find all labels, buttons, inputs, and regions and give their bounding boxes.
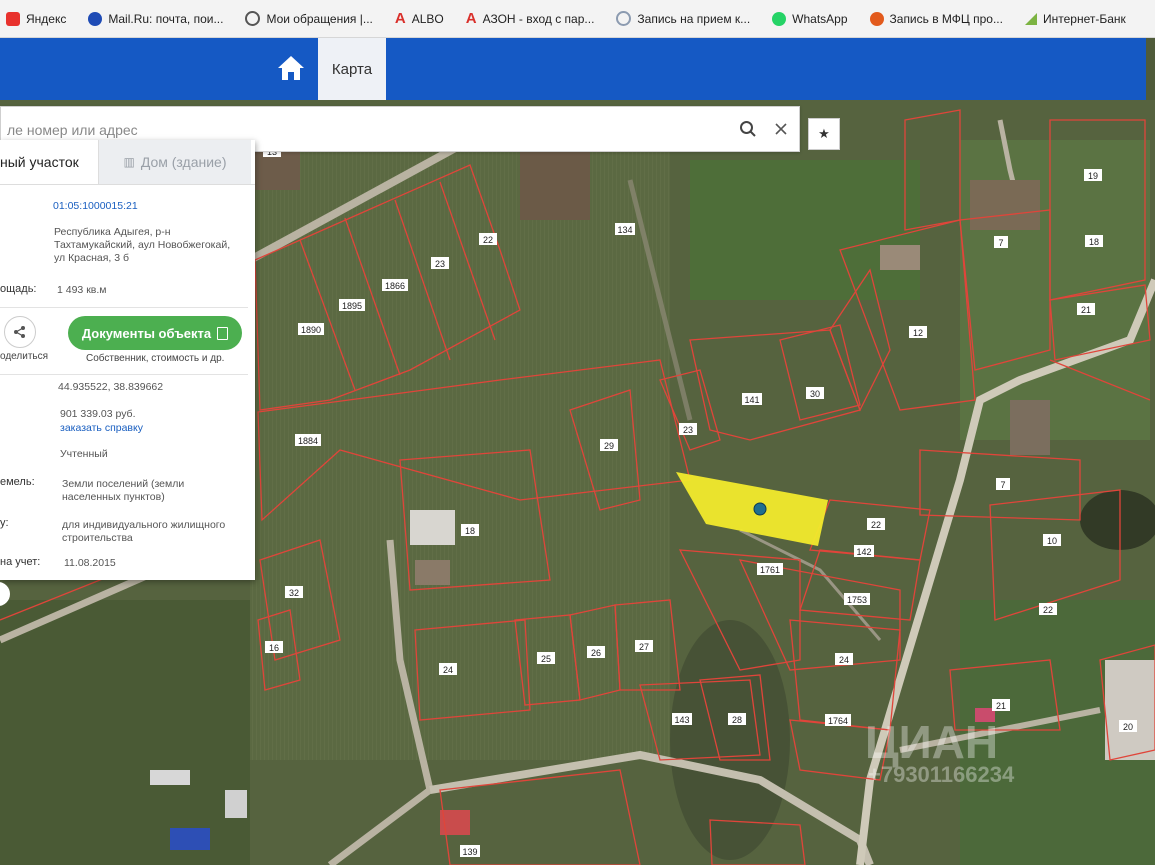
svg-text:1895: 1895 [342, 301, 362, 311]
svg-text:10: 10 [1047, 536, 1057, 546]
svg-text:24: 24 [839, 655, 849, 665]
yandex-icon [6, 11, 20, 26]
svg-text:29: 29 [604, 441, 614, 451]
svg-text:1753: 1753 [847, 595, 867, 605]
cadastral-number[interactable]: 01:05:1000015:21 [53, 200, 138, 213]
building-icon: ▥ [123, 155, 135, 169]
status-value: Учтенный [60, 448, 108, 460]
svg-text:1764: 1764 [828, 716, 848, 726]
close-icon[interactable] [772, 120, 790, 138]
share-button[interactable] [4, 316, 36, 348]
svg-text:ЦИАН: ЦИАН [865, 716, 998, 768]
clock-icon [616, 11, 632, 26]
parcel-info-panel: ный участок ▥ Дом (здание) 01:05:1000015… [0, 140, 255, 580]
bookmark-mfc[interactable]: Запись в МФЦ про... [869, 11, 1003, 26]
svg-text:28: 28 [732, 715, 742, 725]
bookmarks-bar: Яндекс Mail.Ru: почта, пои... Мои обраще… [0, 0, 1155, 38]
coordinates-value: 44.935522, 38.839662 [58, 381, 164, 393]
bookmark-azon[interactable]: A АЗОН - вход с пар... [466, 10, 595, 27]
gosuslugi-icon [245, 11, 261, 26]
svg-text:141: 141 [744, 395, 759, 405]
svg-text:20: 20 [1123, 722, 1133, 732]
svg-text:24: 24 [443, 665, 453, 675]
registration-date: 11.08.2015 [64, 557, 116, 569]
tab-land-plot[interactable]: ный участок [0, 140, 98, 184]
svg-text:1866: 1866 [385, 281, 405, 291]
svg-text:+79301166234: +79301166234 [868, 762, 1015, 787]
svg-text:21: 21 [1081, 305, 1091, 315]
bookmark-albo[interactable]: A ALBO [395, 10, 444, 27]
bookmark-appeals[interactable]: Мои обращения |... [245, 11, 373, 26]
svg-text:26: 26 [591, 648, 601, 658]
azon-icon: A [465, 10, 477, 27]
cost-value: 901 339.03 руб. [60, 408, 136, 420]
svg-text:139: 139 [462, 847, 477, 857]
svg-text:22: 22 [1043, 605, 1053, 615]
address-value: Республика Адыгея, р-н Тахтамукайский, а… [54, 226, 231, 264]
svg-text:1890: 1890 [301, 325, 321, 335]
svg-text:21: 21 [996, 701, 1006, 711]
svg-text:30: 30 [810, 389, 820, 399]
watermark: ЦИАН +79301166234 [865, 716, 1015, 787]
divider [0, 374, 248, 375]
svg-text:23: 23 [683, 425, 693, 435]
share-icon [14, 326, 25, 338]
svg-text:23: 23 [435, 259, 445, 269]
svg-text:142: 142 [856, 547, 871, 557]
svg-text:7: 7 [1000, 480, 1005, 490]
svg-text:7: 7 [998, 238, 1003, 248]
area-value: 1 493 кв.м [57, 284, 107, 296]
svg-text:22: 22 [871, 520, 881, 530]
share-label: оделиться [0, 351, 49, 362]
svg-text:12: 12 [913, 328, 923, 338]
svg-text:18: 18 [465, 526, 475, 536]
whatsapp-icon [772, 11, 787, 26]
svg-text:16: 16 [269, 643, 279, 653]
svg-text:1761: 1761 [760, 565, 780, 575]
favorite-button[interactable]: ★ [808, 118, 840, 150]
svg-text:25: 25 [541, 654, 551, 664]
site-header [0, 38, 1146, 100]
order-certificate-link[interactable]: заказать справку [60, 422, 143, 435]
svg-text:18: 18 [1089, 237, 1099, 247]
svg-text:1884: 1884 [298, 436, 318, 446]
bookmark-bank[interactable]: Интернет-Банк [1024, 12, 1126, 26]
home-icon[interactable] [276, 54, 306, 82]
mfc-icon [869, 11, 884, 26]
bookmark-mailru[interactable]: Mail.Ru: почта, пои... [88, 11, 223, 26]
svg-text:19: 19 [1088, 171, 1098, 181]
parcel-marker [753, 502, 767, 516]
category-value: Земли поселений (земли населенных пункто… [62, 478, 185, 503]
use-value: для индивидуального жилищного строительс… [62, 519, 226, 544]
bookmark-whatsapp[interactable]: WhatsApp [772, 11, 848, 26]
tab-house[interactable]: ▥ Дом (здание) [98, 140, 251, 184]
svg-text:27: 27 [639, 642, 649, 652]
bank-icon [1024, 12, 1037, 25]
star-icon: ★ [818, 126, 830, 141]
panel-tabs: ный участок ▥ Дом (здание) [0, 140, 255, 185]
category-label: емель: [0, 476, 35, 488]
mailru-icon [88, 11, 103, 26]
use-label: у: [0, 517, 9, 529]
documents-subtitle: Собственник, стоимость и др. [86, 353, 225, 364]
svg-text:22: 22 [483, 235, 493, 245]
divider [0, 307, 248, 308]
svg-text:143: 143 [674, 715, 689, 725]
bookmark-yandex[interactable]: Яндекс [6, 11, 66, 26]
svg-text:32: 32 [289, 588, 299, 598]
tab-map[interactable]: Карта [318, 38, 386, 100]
registration-label: на учет: [0, 556, 41, 568]
documents-button[interactable]: Документы объекта [68, 316, 242, 350]
bookmark-appointment[interactable]: Запись на прием к... [616, 11, 750, 26]
area-label: ощадь: [0, 283, 37, 295]
document-icon [217, 326, 229, 340]
albo-icon: A [394, 10, 406, 27]
search-icon[interactable] [739, 120, 757, 138]
svg-text:134: 134 [617, 225, 632, 235]
